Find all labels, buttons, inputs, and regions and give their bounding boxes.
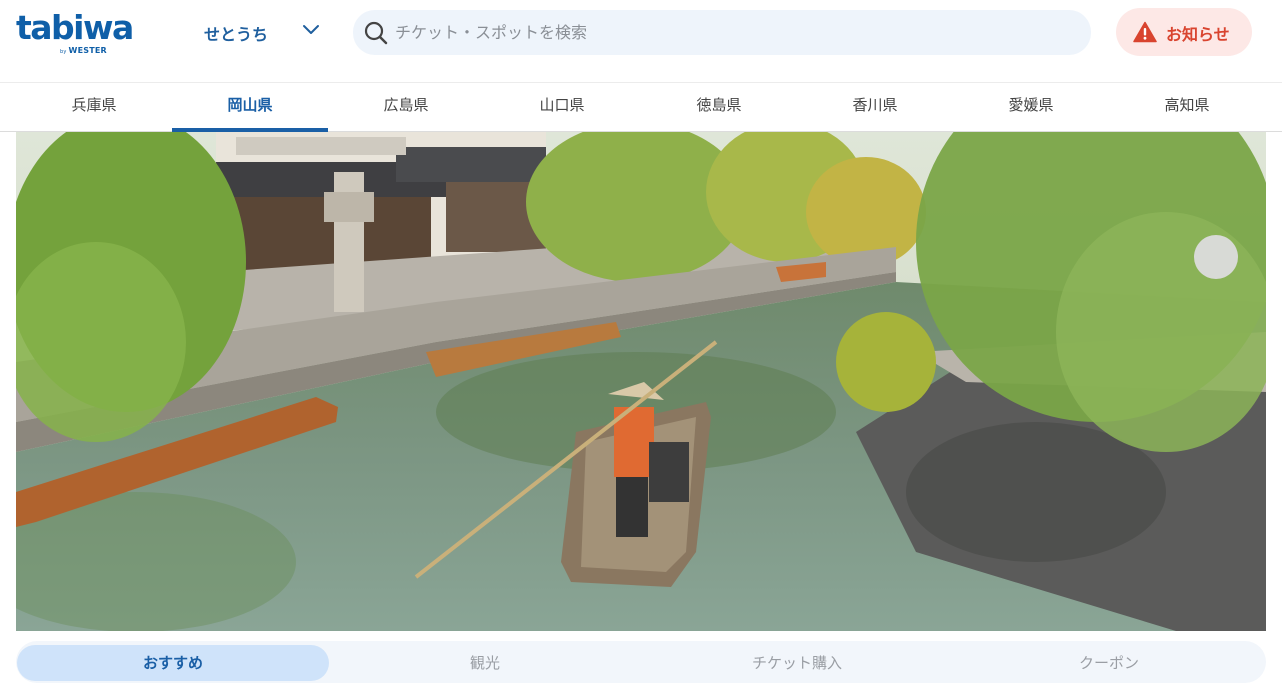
search-input[interactable]	[395, 10, 1075, 55]
tab-coupon[interactable]: クーポン	[953, 645, 1265, 681]
search-bar[interactable]	[353, 10, 1091, 55]
tab-ticket-purchase[interactable]: チケット購入	[641, 645, 953, 681]
hero-banner-image[interactable]	[16, 132, 1266, 631]
tab-tokushima[interactable]: 徳島県	[641, 83, 797, 131]
region-selector[interactable]: せとうち	[190, 14, 336, 48]
tab-recommended[interactable]: おすすめ	[17, 645, 329, 681]
tabiwa-logo[interactable]: tabiwa by WESTER	[16, 8, 146, 56]
chevron-down-icon	[303, 25, 319, 34]
region-label: せとうち	[204, 25, 269, 44]
tab-hiroshima[interactable]: 広島県	[328, 83, 484, 131]
canal-scene-illustration	[16, 132, 1266, 631]
logo-brand: by WESTER	[60, 46, 107, 55]
tab-sightseeing[interactable]: 観光	[329, 645, 641, 681]
notice-label: お知らせ	[1166, 25, 1230, 44]
tab-kochi[interactable]: 高知県	[1109, 83, 1265, 131]
header: tabiwa byWESTER せとうち お知らせ	[0, 0, 1282, 82]
content-tabs: おすすめ 観光 チケット購入 クーポン	[16, 641, 1266, 683]
notice-button[interactable]: お知らせ	[1116, 8, 1252, 56]
logo-text: tabiwa	[16, 8, 134, 47]
tab-ehime[interactable]: 愛媛県	[953, 83, 1109, 131]
search-icon	[364, 21, 388, 45]
warning-icon	[1133, 21, 1157, 43]
tab-okayama[interactable]: 岡山県	[172, 83, 328, 132]
prefecture-tabs: 兵庫県 岡山県 広島県 山口県 徳島県 香川県 愛媛県 高知県	[0, 82, 1282, 132]
tab-hyogo[interactable]: 兵庫県	[16, 83, 172, 131]
tab-kagawa[interactable]: 香川県	[797, 83, 953, 131]
tab-yamaguchi[interactable]: 山口県	[484, 83, 640, 131]
